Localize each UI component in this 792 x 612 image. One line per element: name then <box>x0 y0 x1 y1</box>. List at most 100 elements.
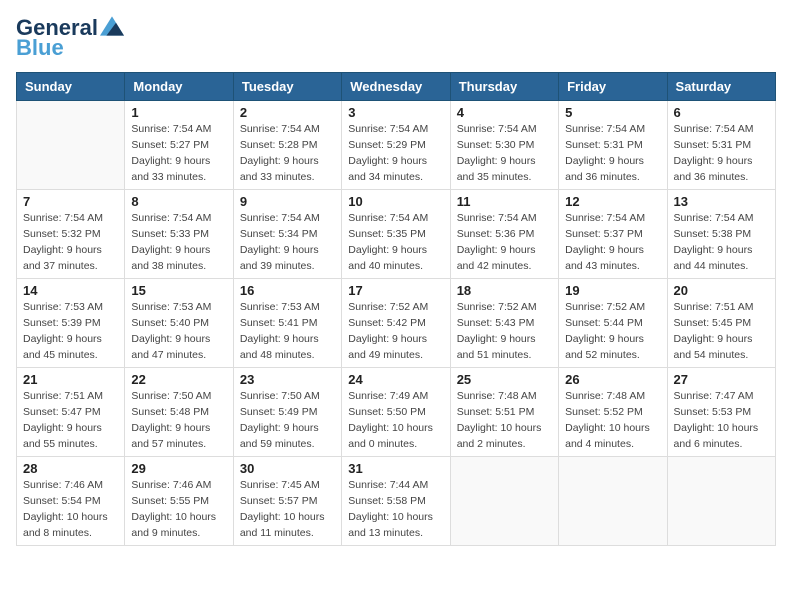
calendar-cell: 22 Sunrise: 7:50 AMSunset: 5:48 PMDayligh… <box>125 368 233 457</box>
day-number: 16 <box>240 283 335 298</box>
day-info: Sunrise: 7:46 AMSunset: 5:54 PMDaylight:… <box>23 478 118 541</box>
calendar-cell: 18 Sunrise: 7:52 AMSunset: 5:43 PMDayligh… <box>450 279 558 368</box>
calendar-cell <box>17 101 125 190</box>
weekday-monday: Monday <box>125 73 233 101</box>
day-info: Sunrise: 7:54 AMSunset: 5:28 PMDaylight:… <box>240 122 335 185</box>
calendar-cell: 16Sunrise: 7:53 AMSunset: 5:41 PMDayligh… <box>233 279 341 368</box>
day-info: Sunrise: 7:54 AMSunset: 5:33 PMDaylight:… <box>131 211 226 274</box>
day-info: Sunrise: 7:48 AMSunset: 5:52 PMDaylight:… <box>565 389 660 452</box>
calendar-cell: 26 Sunrise: 7:48 AMSunset: 5:52 PMDayligh… <box>559 368 667 457</box>
calendar-cell: 25 Sunrise: 7:48 AMSunset: 5:51 PMDayligh… <box>450 368 558 457</box>
calendar-cell: 9 Sunrise: 7:54 AMSunset: 5:34 PMDaylight… <box>233 190 341 279</box>
day-number: 7 <box>23 194 118 209</box>
day-number: 4 <box>457 105 552 120</box>
calendar-cell: 8 Sunrise: 7:54 AMSunset: 5:33 PMDaylight… <box>125 190 233 279</box>
calendar-cell: 11 Sunrise: 7:54 AMSunset: 5:36 PMDayligh… <box>450 190 558 279</box>
calendar-cell: 14 Sunrise: 7:53 AMSunset: 5:39 PMDayligh… <box>17 279 125 368</box>
day-number: 26 <box>565 372 660 387</box>
calendar-cell: 3 Sunrise: 7:54 AMSunset: 5:29 PMDaylight… <box>342 101 450 190</box>
weekday-saturday: Saturday <box>667 73 775 101</box>
day-info: Sunrise: 7:46 AMSunset: 5:55 PMDaylight:… <box>131 478 226 541</box>
day-info: Sunrise: 7:50 AMSunset: 5:48 PMDaylight:… <box>131 389 226 452</box>
day-info: Sunrise: 7:51 AMSunset: 5:45 PMDaylight:… <box>674 300 769 363</box>
logo: General Blue <box>16 16 124 60</box>
day-info: Sunrise: 7:54 AMSunset: 5:31 PMDaylight:… <box>565 122 660 185</box>
weekday-tuesday: Tuesday <box>233 73 341 101</box>
calendar-week-row: 21 Sunrise: 7:51 AMSunset: 5:47 PMDayligh… <box>17 368 776 457</box>
day-info: Sunrise: 7:54 AMSunset: 5:27 PMDaylight:… <box>131 122 226 185</box>
day-number: 17 <box>348 283 443 298</box>
day-info: Sunrise: 7:49 AMSunset: 5:50 PMDaylight:… <box>348 389 443 452</box>
day-number: 1 <box>131 105 226 120</box>
weekday-thursday: Thursday <box>450 73 558 101</box>
day-number: 2 <box>240 105 335 120</box>
day-number: 12 <box>565 194 660 209</box>
calendar-cell <box>450 457 558 546</box>
day-info: Sunrise: 7:54 AMSunset: 5:29 PMDaylight:… <box>348 122 443 185</box>
day-number: 28 <box>23 461 118 476</box>
calendar-cell: 27 Sunrise: 7:47 AMSunset: 5:53 PMDayligh… <box>667 368 775 457</box>
day-number: 24 <box>348 372 443 387</box>
logo-icon <box>100 16 124 36</box>
day-number: 19 <box>565 283 660 298</box>
calendar-cell: 5Sunrise: 7:54 AMSunset: 5:31 PMDaylight… <box>559 101 667 190</box>
calendar-week-row: 28 Sunrise: 7:46 AMSunset: 5:54 PMDayligh… <box>17 457 776 546</box>
calendar-cell: 24 Sunrise: 7:49 AMSunset: 5:50 PMDayligh… <box>342 368 450 457</box>
calendar-week-row: 7 Sunrise: 7:54 AMSunset: 5:32 PMDaylight… <box>17 190 776 279</box>
day-info: Sunrise: 7:53 AMSunset: 5:40 PMDaylight:… <box>131 300 226 363</box>
day-info: Sunrise: 7:54 AMSunset: 5:36 PMDaylight:… <box>457 211 552 274</box>
calendar-cell: 15Sunrise: 7:53 AMSunset: 5:40 PMDayligh… <box>125 279 233 368</box>
weekday-sunday: Sunday <box>17 73 125 101</box>
day-info: Sunrise: 7:54 AMSunset: 5:37 PMDaylight:… <box>565 211 660 274</box>
calendar-table: SundayMondayTuesdayWednesdayThursdayFrid… <box>16 72 776 546</box>
calendar-cell: 19 Sunrise: 7:52 AMSunset: 5:44 PMDayligh… <box>559 279 667 368</box>
day-number: 22 <box>131 372 226 387</box>
day-info: Sunrise: 7:54 AMSunset: 5:35 PMDaylight:… <box>348 211 443 274</box>
day-info: Sunrise: 7:54 AMSunset: 5:34 PMDaylight:… <box>240 211 335 274</box>
calendar-cell: 21 Sunrise: 7:51 AMSunset: 5:47 PMDayligh… <box>17 368 125 457</box>
calendar-cell: 10 Sunrise: 7:54 AMSunset: 5:35 PMDayligh… <box>342 190 450 279</box>
day-number: 3 <box>348 105 443 120</box>
day-number: 11 <box>457 194 552 209</box>
calendar-cell: 13Sunrise: 7:54 AMSunset: 5:38 PMDayligh… <box>667 190 775 279</box>
day-info: Sunrise: 7:45 AMSunset: 5:57 PMDaylight:… <box>240 478 335 541</box>
calendar-cell: 29Sunrise: 7:46 AMSunset: 5:55 PMDayligh… <box>125 457 233 546</box>
day-number: 21 <box>23 372 118 387</box>
day-info: Sunrise: 7:47 AMSunset: 5:53 PMDaylight:… <box>674 389 769 452</box>
calendar-cell <box>559 457 667 546</box>
day-info: Sunrise: 7:54 AMSunset: 5:38 PMDaylight:… <box>674 211 769 274</box>
day-number: 20 <box>674 283 769 298</box>
day-number: 30 <box>240 461 335 476</box>
day-info: Sunrise: 7:52 AMSunset: 5:42 PMDaylight:… <box>348 300 443 363</box>
day-info: Sunrise: 7:51 AMSunset: 5:47 PMDaylight:… <box>23 389 118 452</box>
day-number: 10 <box>348 194 443 209</box>
calendar-cell: 23Sunrise: 7:50 AMSunset: 5:49 PMDayligh… <box>233 368 341 457</box>
calendar-cell: 17 Sunrise: 7:52 AMSunset: 5:42 PMDayligh… <box>342 279 450 368</box>
weekday-header-row: SundayMondayTuesdayWednesdayThursdayFrid… <box>17 73 776 101</box>
day-info: Sunrise: 7:48 AMSunset: 5:51 PMDaylight:… <box>457 389 552 452</box>
weekday-friday: Friday <box>559 73 667 101</box>
day-info: Sunrise: 7:50 AMSunset: 5:49 PMDaylight:… <box>240 389 335 452</box>
day-info: Sunrise: 7:44 AMSunset: 5:58 PMDaylight:… <box>348 478 443 541</box>
calendar-cell: 1 Sunrise: 7:54 AMSunset: 5:27 PMDaylight… <box>125 101 233 190</box>
day-info: Sunrise: 7:53 AMSunset: 5:39 PMDaylight:… <box>23 300 118 363</box>
day-info: Sunrise: 7:54 AMSunset: 5:30 PMDaylight:… <box>457 122 552 185</box>
page-header: General Blue <box>16 16 776 60</box>
day-number: 8 <box>131 194 226 209</box>
day-number: 27 <box>674 372 769 387</box>
calendar-cell: 31Sunrise: 7:44 AMSunset: 5:58 PMDayligh… <box>342 457 450 546</box>
day-info: Sunrise: 7:54 AMSunset: 5:32 PMDaylight:… <box>23 211 118 274</box>
calendar-cell: 20 Sunrise: 7:51 AMSunset: 5:45 PMDayligh… <box>667 279 775 368</box>
calendar-cell: 12 Sunrise: 7:54 AMSunset: 5:37 PMDayligh… <box>559 190 667 279</box>
day-number: 25 <box>457 372 552 387</box>
day-number: 18 <box>457 283 552 298</box>
calendar-cell: 28 Sunrise: 7:46 AMSunset: 5:54 PMDayligh… <box>17 457 125 546</box>
logo-blue-text: Blue <box>16 36 64 60</box>
day-info: Sunrise: 7:52 AMSunset: 5:44 PMDaylight:… <box>565 300 660 363</box>
calendar-cell: 7 Sunrise: 7:54 AMSunset: 5:32 PMDaylight… <box>17 190 125 279</box>
calendar-cell <box>667 457 775 546</box>
day-info: Sunrise: 7:54 AMSunset: 5:31 PMDaylight:… <box>674 122 769 185</box>
day-info: Sunrise: 7:52 AMSunset: 5:43 PMDaylight:… <box>457 300 552 363</box>
day-number: 9 <box>240 194 335 209</box>
day-number: 14 <box>23 283 118 298</box>
